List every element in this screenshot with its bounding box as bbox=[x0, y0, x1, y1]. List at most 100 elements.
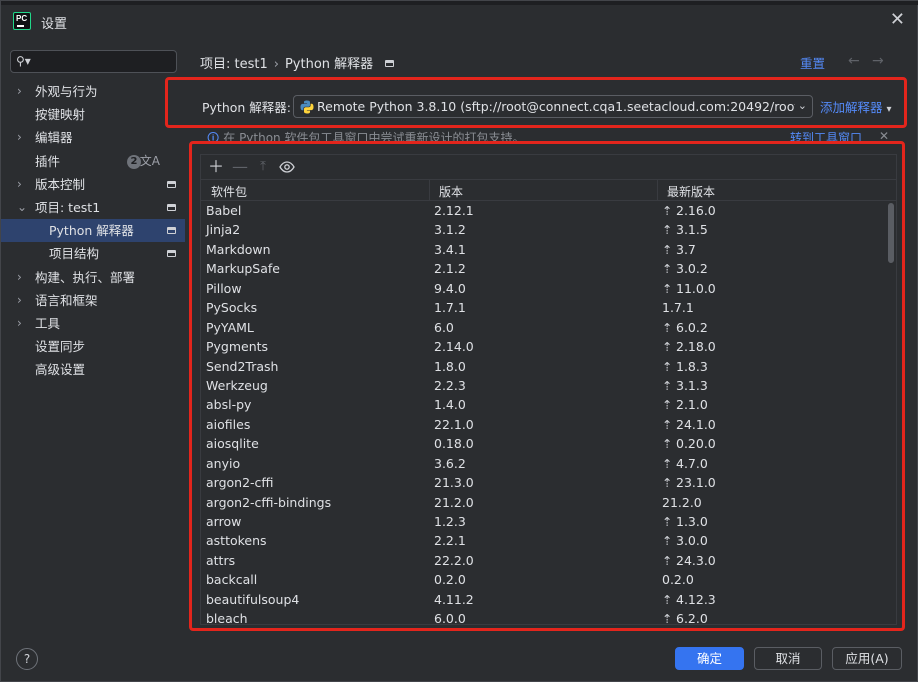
table-row[interactable]: backcall 0.2.0 0.2.0 bbox=[201, 570, 887, 589]
latest-version-value: 2.16.0 bbox=[676, 203, 716, 218]
upgrade-available-icon[interactable]: ⇡ bbox=[662, 318, 676, 337]
package-version: 3.6.2 bbox=[434, 455, 466, 471]
sidebar-item[interactable]: 项目结构 bbox=[1, 242, 185, 265]
table-row[interactable]: Pygments 2.14.0 ⇡ 2.18.0 bbox=[201, 337, 887, 356]
chevron-right-icon[interactable]: › bbox=[17, 312, 22, 335]
table-row[interactable]: Pillow 9.4.0 ⇡ 11.0.0 bbox=[201, 279, 887, 298]
package-name: absl-py bbox=[206, 397, 252, 413]
table-row[interactable]: anyio 3.6.2 ⇡ 4.7.0 bbox=[201, 454, 887, 473]
upgrade-available-icon[interactable]: ⇡ bbox=[662, 531, 676, 550]
forward-arrow-icon[interactable]: → bbox=[872, 53, 884, 69]
apply-button[interactable]: 应用(A) bbox=[832, 647, 902, 670]
upgrade-available-icon[interactable]: ⇡ bbox=[662, 357, 676, 376]
table-row[interactable]: argon2-cffi 21.3.0 ⇡ 23.1.0 bbox=[201, 473, 887, 492]
vertical-scrollbar[interactable] bbox=[888, 203, 894, 263]
upgrade-available-icon[interactable]: ⇡ bbox=[662, 259, 676, 278]
chevron-down-icon[interactable]: ⌄ bbox=[17, 196, 27, 219]
chevron-right-icon[interactable]: › bbox=[17, 126, 22, 149]
upgrade-available-icon[interactable]: ⇡ bbox=[662, 434, 676, 453]
interpreter-select[interactable]: Remote Python 3.8.10 (sftp://root@connec… bbox=[293, 95, 813, 118]
banner-close-icon[interactable]: ✕ bbox=[879, 129, 889, 143]
latest-version-value: 3.1.5 bbox=[676, 222, 708, 238]
add-interpreter-link[interactable]: 添加解释器 ▾ bbox=[820, 97, 892, 116]
settings-search[interactable]: ⚲▾ bbox=[10, 50, 177, 73]
package-name: beautifulsoup4 bbox=[206, 591, 300, 607]
table-row[interactable]: MarkupSafe 2.1.2 ⇡ 3.0.2 bbox=[201, 259, 887, 278]
column-divider[interactable] bbox=[657, 180, 658, 200]
column-header-latest[interactable]: 最新版本 bbox=[667, 183, 715, 200]
table-row[interactable]: Jinja2 3.1.2 ⇡ 3.1.5 bbox=[201, 220, 887, 239]
banner-link[interactable]: 转到工具窗口 bbox=[790, 129, 862, 143]
package-name: Markdown bbox=[206, 241, 271, 257]
upgrade-available-icon[interactable]: ⇡ bbox=[662, 279, 676, 298]
sidebar-item-label: Python 解释器 bbox=[49, 223, 134, 239]
column-header-package[interactable]: 软件包 bbox=[211, 183, 247, 200]
table-row[interactable]: bleach 6.0.0 ⇡ 6.2.0 bbox=[201, 609, 887, 624]
upgrade-available-icon[interactable]: ⇡ bbox=[662, 240, 676, 259]
upgrade-available-icon[interactable]: ⇡ bbox=[662, 415, 676, 434]
table-row[interactable]: Babel 2.12.1 ⇡ 2.16.0 bbox=[201, 201, 887, 220]
upgrade-available-icon[interactable]: ⇡ bbox=[662, 395, 676, 414]
upgrade-available-icon[interactable]: ⇡ bbox=[662, 473, 676, 492]
table-row[interactable]: Send2Trash 1.8.0 ⇡ 1.8.3 bbox=[201, 357, 887, 376]
upgrade-available-icon[interactable]: ⇡ bbox=[662, 512, 676, 531]
sidebar-item[interactable]: Python 解释器 bbox=[1, 219, 185, 243]
upgrade-available-icon[interactable]: ⇡ bbox=[662, 220, 676, 239]
back-arrow-icon[interactable]: ← bbox=[848, 53, 860, 69]
reset-link[interactable]: 重置 bbox=[800, 53, 825, 72]
sidebar-item[interactable]: › 编辑器 bbox=[1, 126, 185, 149]
upgrade-available-icon[interactable]: ⇡ bbox=[662, 376, 676, 395]
package-name: Send2Trash bbox=[206, 358, 279, 374]
table-row[interactable]: arrow 1.2.3 ⇡ 1.3.0 bbox=[201, 512, 887, 531]
sidebar-item[interactable]: 设置同步 bbox=[1, 335, 185, 358]
sidebar-item[interactable]: › 外观与行为 bbox=[1, 80, 185, 103]
sidebar-item[interactable]: › 工具 bbox=[1, 312, 185, 335]
latest-version-value: 2.1.0 bbox=[676, 397, 708, 413]
table-row[interactable]: argon2-cffi-bindings 21.2.0 21.2.0 bbox=[201, 493, 887, 512]
table-row[interactable]: PyYAML 6.0 ⇡ 6.0.2 bbox=[201, 318, 887, 337]
package-name: arrow bbox=[206, 514, 242, 529]
remove-icon[interactable]: — bbox=[230, 156, 250, 178]
column-header-version[interactable]: 版本 bbox=[439, 183, 463, 200]
breadcrumb-page: Python 解释器 bbox=[284, 57, 374, 72]
upgrade-available-icon[interactable]: ⇡ bbox=[662, 454, 676, 473]
table-row[interactable]: Werkzeug 2.2.3 ⇡ 3.1.3 bbox=[201, 376, 887, 395]
table-row[interactable]: beautifulsoup4 4.11.2 ⇡ 4.12.3 bbox=[201, 590, 887, 609]
sidebar-item[interactable]: › 版本控制 bbox=[1, 173, 185, 196]
upgrade-available-icon[interactable]: ⇡ bbox=[662, 551, 676, 570]
column-divider[interactable] bbox=[429, 180, 430, 200]
upgrade-available-icon[interactable]: ⇡ bbox=[662, 590, 676, 609]
upgrade-available-icon[interactable]: ⇡ bbox=[662, 609, 676, 624]
chevron-right-icon[interactable]: › bbox=[17, 266, 22, 289]
table-row[interactable]: aiofiles 22.1.0 ⇡ 24.1.0 bbox=[201, 415, 887, 434]
sidebar-item[interactable]: 高级设置 bbox=[1, 358, 185, 381]
upgrade-available-icon[interactable]: ⇡ bbox=[662, 337, 676, 356]
sidebar-item[interactable]: 按键映射 bbox=[1, 103, 185, 126]
help-button[interactable]: ? bbox=[16, 648, 38, 670]
table-row[interactable]: aiosqlite 0.18.0 ⇡ 0.20.0 bbox=[201, 434, 887, 453]
upgrade-available-icon[interactable]: ⇡ bbox=[662, 201, 676, 220]
title-bar: PC 设置 ✕ bbox=[1, 5, 918, 39]
table-row[interactable]: absl-py 1.4.0 ⇡ 2.1.0 bbox=[201, 395, 887, 414]
chevron-right-icon[interactable]: › bbox=[17, 80, 22, 103]
table-row[interactable]: Markdown 3.4.1 ⇡ 3.7 bbox=[201, 240, 887, 259]
chevron-down-icon: ▾ bbox=[886, 104, 892, 115]
cancel-button[interactable]: 取消 bbox=[754, 647, 822, 670]
eye-icon[interactable] bbox=[277, 156, 297, 178]
upgrade-icon[interactable]: ⤒ bbox=[253, 156, 273, 178]
table-row[interactable]: PySocks 1.7.1 1.7.1 bbox=[201, 298, 887, 317]
close-icon[interactable]: ✕ bbox=[890, 11, 905, 29]
add-icon[interactable]: ＋ bbox=[206, 156, 226, 178]
table-row[interactable]: attrs 22.2.0 ⇡ 24.3.0 bbox=[201, 551, 887, 570]
sidebar-item[interactable]: 插件 2 文A bbox=[1, 150, 185, 173]
package-latest: ⇡ 2.16.0 bbox=[662, 201, 716, 220]
chevron-right-icon[interactable]: › bbox=[17, 289, 22, 312]
search-input[interactable] bbox=[33, 53, 173, 70]
ok-button[interactable]: 确定 bbox=[675, 647, 744, 670]
table-row[interactable]: asttokens 2.2.1 ⇡ 3.0.0 bbox=[201, 531, 887, 550]
sidebar-item[interactable]: › 语言和框架 bbox=[1, 289, 185, 312]
chevron-right-icon[interactable]: › bbox=[17, 173, 22, 196]
latest-version-value: 6.0.2 bbox=[676, 319, 708, 335]
sidebar-item[interactable]: ⌄ 项目: test1 bbox=[1, 196, 185, 219]
sidebar-item[interactable]: › 构建、执行、部署 bbox=[1, 266, 185, 289]
